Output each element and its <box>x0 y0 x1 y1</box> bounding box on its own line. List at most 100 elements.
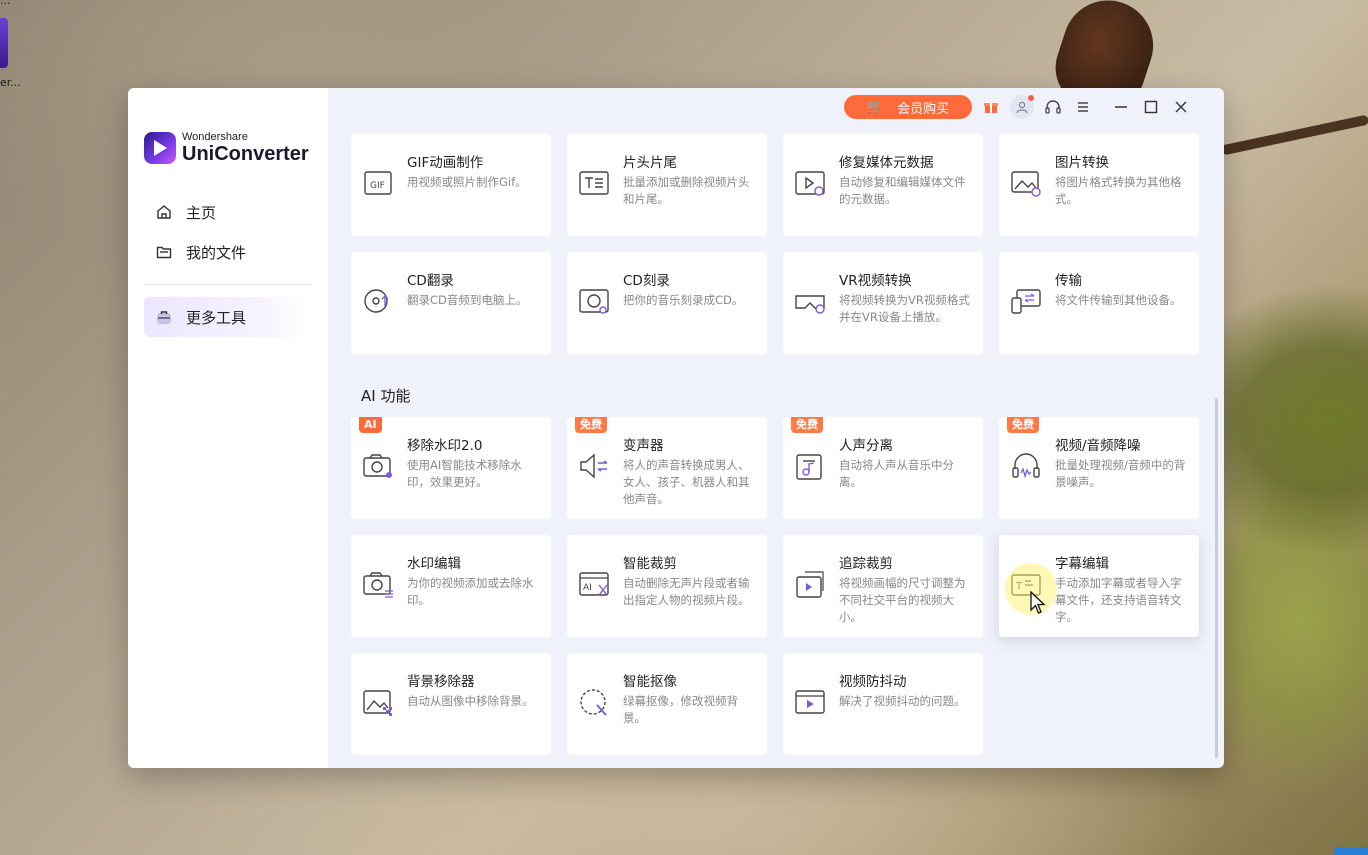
intro-outro-icon <box>577 166 611 200</box>
title-bar: 🛒 会员购买 <box>844 88 1224 126</box>
brand-small: Wondershare <box>182 131 248 143</box>
tool-desc: 自动将人声从音乐中分离。 <box>839 458 954 489</box>
tool-desc: 将视频画幅的尺寸调整为不同社交平台的视频大小。 <box>839 576 966 624</box>
tool-card-image-converter[interactable]: 图片转换 将图片格式转换为其他格式。 <box>999 134 1199 236</box>
toolbox-icon <box>156 309 172 325</box>
tool-desc: 将文件传输到其他设备。 <box>1055 293 1182 307</box>
watermark-edit-icon <box>361 567 395 601</box>
tool-title: 背景移除器 <box>407 674 475 690</box>
tool-card-fix-metadata[interactable]: 修复媒体元数据 自动修复和编辑媒体文件的元数据。 <box>783 134 983 236</box>
tool-card-transfer[interactable]: 传输 将文件传输到其他设备。 <box>999 252 1199 354</box>
tool-desc: 将人的声音转换成男人、女人、孩子、机器人和其他声音。 <box>623 458 750 506</box>
brand-big: UniConverter <box>182 143 309 165</box>
tool-desc: 使用AI智能技术移除水印，效果更好。 <box>407 458 522 489</box>
sidebar-item-more-tools[interactable]: 更多工具 <box>144 297 312 337</box>
transfer-icon <box>1009 284 1043 318</box>
smart-trim-icon: AI <box>577 567 611 601</box>
noise-reduction-icon <box>1009 449 1043 483</box>
free-badge: 免费 <box>791 417 823 433</box>
tool-title: 水印编辑 <box>407 556 461 572</box>
close-icon[interactable] <box>1170 96 1192 118</box>
sidebar-item-label: 我的文件 <box>186 243 247 262</box>
tool-desc: 自动修复和编辑媒体文件的元数据。 <box>839 175 966 206</box>
cd-rip-icon <box>361 284 395 318</box>
image-convert-icon <box>1009 166 1043 200</box>
sidebar: Wondershare UniConverter 主页 我的文件 更多工具 <box>128 88 328 768</box>
tool-title: 片头片尾 <box>623 155 677 171</box>
tool-desc: 手动添加字幕或者导入字幕文件，还支持语音转文字。 <box>1055 576 1182 624</box>
free-badge: 免费 <box>575 417 607 433</box>
free-badge: 免费 <box>1007 417 1039 433</box>
tool-title: CD刻录 <box>623 273 670 289</box>
smart-cutout-icon <box>577 685 611 719</box>
tool-title: CD翻录 <box>407 273 454 289</box>
uniconverter-logo-icon <box>144 132 176 164</box>
app-window: Wondershare UniConverter 主页 我的文件 更多工具 🛒 … <box>128 88 1224 768</box>
scrollbar[interactable] <box>1215 398 1218 758</box>
tool-desc: 自动删除无声片段或者输出指定人物的视频片段。 <box>623 576 750 607</box>
headset-icon[interactable] <box>1042 96 1064 118</box>
voice-changer-icon <box>577 449 611 483</box>
tool-title: 人声分离 <box>839 438 893 454</box>
tool-card-video-stabilizer[interactable]: 视频防抖动 解决了视频抖动的问题。 <box>783 653 983 755</box>
tool-title: 字幕编辑 <box>1055 556 1109 572</box>
tool-card-auto-reframe[interactable]: 追踪裁剪 将视频画幅的尺寸调整为不同社交平台的视频大小。 <box>783 535 983 637</box>
home-icon <box>156 204 172 220</box>
taskbar-corner-thumbnail[interactable] <box>1334 847 1368 855</box>
buy-membership-button[interactable]: 🛒 会员购买 <box>844 95 972 119</box>
tool-title: 图片转换 <box>1055 155 1109 171</box>
tool-desc: 批量添加或删除视频片头和片尾。 <box>623 175 750 206</box>
tool-card-smart-cutout[interactable]: 智能抠像 绿幕抠像，修改视频背景。 <box>567 653 767 755</box>
tool-card-watermark-editor[interactable]: 水印编辑 为你的视频添加或去除水印。 <box>351 535 551 637</box>
watermark-remove-icon <box>361 449 395 483</box>
app-logo: Wondershare UniConverter <box>144 132 309 164</box>
gift-icon[interactable] <box>980 96 1002 118</box>
main-content: 🛒 会员购买 GIF GIF动画制作 用视频或照片制作Gif。 片头片尾 批量添… <box>328 88 1224 768</box>
tool-desc: 自动从图像中移除背景。 <box>407 694 534 708</box>
tool-desc: 将图片格式转换为其他格式。 <box>1055 175 1182 206</box>
desktop-app-icon[interactable] <box>0 18 8 68</box>
vr-icon <box>793 284 827 318</box>
wallpaper-dragonfly-tail <box>1220 114 1368 156</box>
ai-badge: AI <box>359 417 382 433</box>
tool-card-cd-burner[interactable]: CD刻录 把你的音乐刻录成CD。 <box>567 252 767 354</box>
tool-card-intro-outro[interactable]: 片头片尾 批量添加或删除视频片头和片尾。 <box>567 134 767 236</box>
menu-icon[interactable] <box>1072 96 1094 118</box>
tool-desc: 解决了视频抖动的问题。 <box>839 694 966 708</box>
avatar-icon[interactable] <box>1010 95 1034 119</box>
tool-title: 移除水印2.0 <box>407 438 483 454</box>
cart-icon: 🛒 <box>866 99 884 115</box>
tool-card-vocal-remover[interactable]: 免费 人声分离 自动将人声从音乐中分离。 <box>783 417 983 519</box>
tool-card-noise-reduction[interactable]: 免费 视频/音频降噪 批量处理视频/音频中的背景噪声。 <box>999 417 1199 519</box>
ai-section-title: AI 功能 <box>361 387 411 405</box>
sidebar-item-label: 更多工具 <box>186 308 247 327</box>
tool-card-gif-maker[interactable]: GIF GIF动画制作 用视频或照片制作Gif。 <box>351 134 551 236</box>
tool-desc: 把你的音乐刻录成CD。 <box>623 293 744 307</box>
cd-burn-icon <box>577 284 611 318</box>
tool-card-smart-trimmer[interactable]: AI 智能裁剪 自动删除无声片段或者输出指定人物的视频片段。 <box>567 535 767 637</box>
tool-card-cd-ripper[interactable]: CD翻录 翻录CD音频到电脑上。 <box>351 252 551 354</box>
sidebar-item-my-files[interactable]: 我的文件 <box>144 232 312 272</box>
tool-desc: 翻录CD音频到电脑上。 <box>407 293 528 307</box>
minimize-icon[interactable] <box>1110 96 1132 118</box>
vocal-remover-icon <box>793 449 827 483</box>
sidebar-divider <box>144 284 312 285</box>
stabilize-icon <box>793 685 827 719</box>
tool-title: VR视频转换 <box>839 273 912 289</box>
tool-desc: 将视频转换为VR视频格式并在VR设备上播放。 <box>839 293 970 324</box>
auto-reframe-icon <box>793 567 827 601</box>
folder-icon <box>156 244 172 260</box>
desktop-label-top: ... <box>0 0 11 7</box>
tool-card-background-remover[interactable]: 背景移除器 自动从图像中移除背景。 <box>351 653 551 755</box>
tool-card-vr-converter[interactable]: VR视频转换 将视频转换为VR视频格式并在VR设备上播放。 <box>783 252 983 354</box>
buy-label: 会员购买 <box>897 101 950 117</box>
tool-card-watermark-remover[interactable]: AI 移除水印2.0 使用AI智能技术移除水印，效果更好。 <box>351 417 551 519</box>
tool-title: 视频/音频降噪 <box>1055 438 1141 454</box>
sidebar-item-label: 主页 <box>186 203 217 222</box>
sidebar-item-home[interactable]: 主页 <box>144 192 312 232</box>
tool-card-voice-changer[interactable]: 免费 变声器 将人的声音转换成男人、女人、孩子、机器人和其他声音。 <box>567 417 767 519</box>
tool-title: 智能抠像 <box>623 674 677 690</box>
maximize-icon[interactable] <box>1140 96 1162 118</box>
tool-title: 追踪裁剪 <box>839 556 893 572</box>
tool-desc: 批量处理视频/音频中的背景噪声。 <box>1055 458 1186 489</box>
